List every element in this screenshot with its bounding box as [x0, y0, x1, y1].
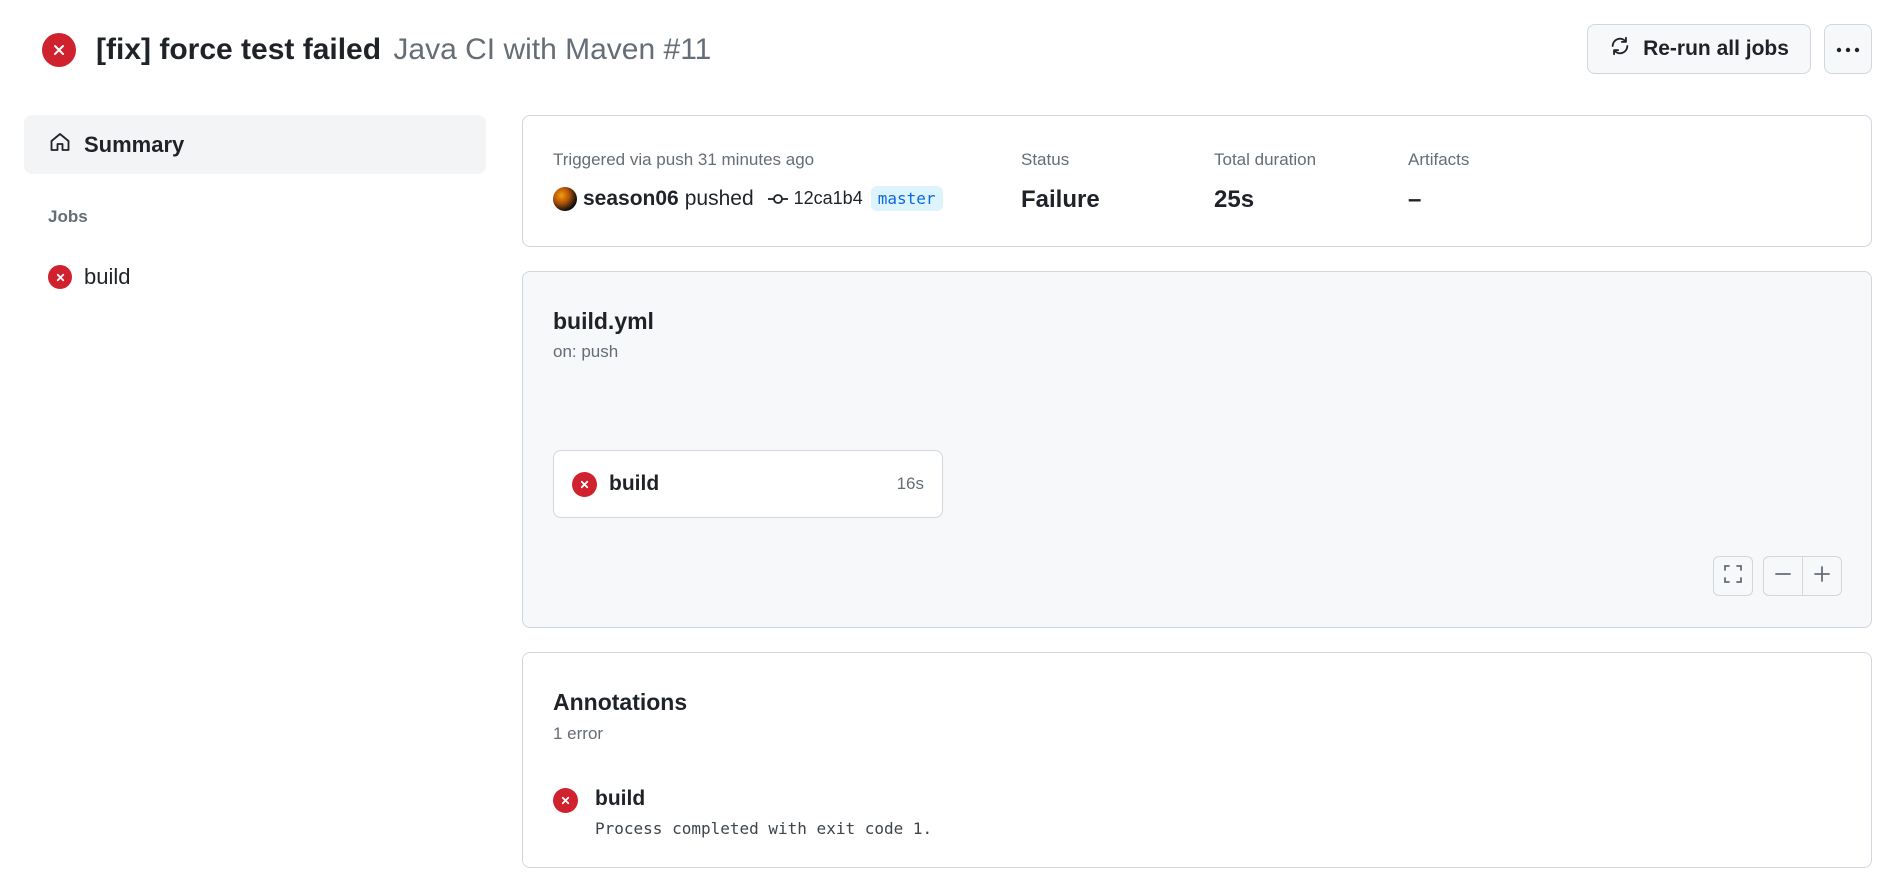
- failure-x-icon: [48, 265, 72, 289]
- sync-icon: [1609, 35, 1631, 63]
- failure-x-icon: [553, 788, 578, 813]
- branch-label[interactable]: master: [870, 186, 943, 211]
- duration-value: 25s: [1214, 186, 1255, 213]
- artifacts-label: Artifacts: [1408, 150, 1470, 169]
- status-label: Status: [1021, 150, 1070, 169]
- sidebar-item-summary[interactable]: Summary: [24, 115, 486, 174]
- job-card-build[interactable]: build 16s: [553, 450, 943, 518]
- push-action-text: pushed: [684, 186, 754, 210]
- plus-icon: [1813, 565, 1831, 588]
- annotations-count: 1 error: [553, 724, 604, 743]
- sidebar-item-label: Summary: [84, 131, 185, 157]
- more-options-button[interactable]: [1824, 24, 1872, 74]
- page-title: [fix] force test failed Java CI with Mav…: [96, 33, 711, 67]
- failure-x-icon: [42, 33, 76, 67]
- actor-link[interactable]: season06: [583, 187, 679, 211]
- job-duration: 16s: [896, 474, 924, 493]
- workflow-graph-panel: build.yml on: push build 16s: [522, 271, 1872, 628]
- sidebar-item-label: build: [84, 264, 131, 289]
- annotation-message: Process completed with exit code 1.: [595, 819, 933, 838]
- git-commit-icon: [767, 187, 788, 211]
- fullscreen-button[interactable]: [1713, 556, 1753, 596]
- jobs-heading: Jobs: [48, 207, 88, 226]
- job-name: build: [609, 472, 660, 495]
- run-summary-panel: Triggered via push 31 minutes ago season…: [522, 115, 1872, 247]
- workflow-file-name: build.yml: [553, 308, 654, 334]
- triggered-text: Triggered via push 31 minutes ago: [553, 150, 815, 169]
- rerun-all-jobs-button[interactable]: Re-run all jobs: [1587, 24, 1811, 74]
- zoom-in-button[interactable]: [1802, 556, 1842, 596]
- avatar[interactable]: [553, 186, 577, 211]
- workflow-trigger: on: push: [553, 342, 619, 361]
- sidebar-item-build-job[interactable]: build: [48, 264, 130, 290]
- annotations-heading: Annotations: [553, 689, 688, 715]
- push-details: season06 pushed 12ca1b4 master: [553, 186, 943, 211]
- zoom-out-button[interactable]: [1763, 556, 1803, 596]
- commit-title: [fix] force test failed: [96, 33, 382, 66]
- commit-sha-link[interactable]: 12ca1b4: [794, 188, 863, 209]
- workflow-run-name: Java CI with Maven #11: [393, 33, 712, 66]
- failure-x-icon: [572, 471, 597, 497]
- rerun-label: Re-run all jobs: [1643, 37, 1789, 60]
- dash-icon: [1774, 565, 1792, 588]
- artifacts-value: –: [1408, 186, 1422, 213]
- status-value: Failure: [1021, 186, 1100, 213]
- annotation-item: build Process completed with exit code 1…: [553, 787, 932, 838]
- home-icon: [48, 130, 72, 160]
- screen-full-icon: [1723, 564, 1743, 589]
- run-header: [fix] force test failed Java CI with Mav…: [42, 30, 711, 70]
- duration-label: Total duration: [1214, 150, 1317, 169]
- annotations-panel: Annotations 1 error build Process comple…: [522, 652, 1872, 868]
- kebab-horizontal-icon: [1836, 40, 1860, 58]
- annotation-job-link[interactable]: build: [595, 787, 932, 811]
